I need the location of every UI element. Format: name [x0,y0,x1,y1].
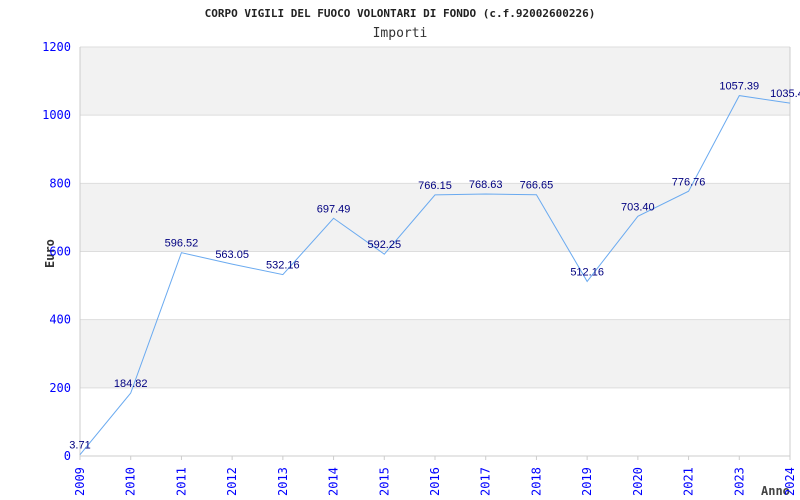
y-tick-label: 400 [49,313,71,327]
y-tick-label: 1200 [42,40,71,54]
x-tick-label: 2014 [327,467,341,496]
x-tick-label: 2010 [124,467,138,496]
chart-subtitle: Importi [373,26,428,41]
plot-band [80,251,790,320]
data-label: 3.71 [69,440,90,452]
plot-band [80,387,790,456]
x-tick-label: 2017 [479,467,493,496]
y-tick-label: 1000 [42,108,71,122]
y-tick-label: 800 [49,176,71,190]
y-tick-label: 200 [49,381,71,395]
data-label: 703.40 [621,201,655,213]
data-label: 768.63 [469,179,503,191]
x-tick-label: 2012 [225,467,239,496]
x-tick-label: 2009 [73,467,87,496]
data-label: 1057.39 [719,81,759,93]
data-label: 592.25 [367,239,401,251]
data-label: 766.65 [520,180,554,192]
chart-title: CORPO VIGILI DEL FUOCO VOLONTARI DI FOND… [205,7,596,20]
chart: CORPO VIGILI DEL FUOCO VOLONTARI DI FOND… [42,7,800,498]
data-label: 776.76 [672,176,706,188]
plot-band [80,319,790,388]
data-label: 1035.40 [770,88,800,100]
data-label: 596.52 [165,238,199,250]
y-tick-label: 600 [49,245,71,259]
x-tick-label: 2013 [276,467,290,496]
x-tick-label: 2015 [377,467,391,496]
x-tick-label: 2020 [631,467,645,496]
x-tick-label: 2021 [682,467,696,496]
data-label: 512.16 [570,266,604,278]
x-tick-label: 2024 [783,467,797,496]
x-tick-label: 2016 [428,467,442,496]
x-tick-label: 2011 [174,467,188,496]
x-tick-label: 2023 [732,467,746,496]
data-label: 697.49 [317,203,351,215]
data-label: 532.16 [266,260,300,272]
plot-band [80,47,790,116]
data-label: 563.05 [215,249,249,261]
x-tick-label: 2019 [580,467,594,496]
x-ticks: 2009 2010 2011 2012 2013 2014 2015 2016 2017 2018… [73,456,797,496]
data-label: 766.15 [418,180,452,192]
plot-band [80,115,790,184]
x-tick-label: 2018 [529,467,543,496]
data-label: 184.82 [114,378,148,390]
